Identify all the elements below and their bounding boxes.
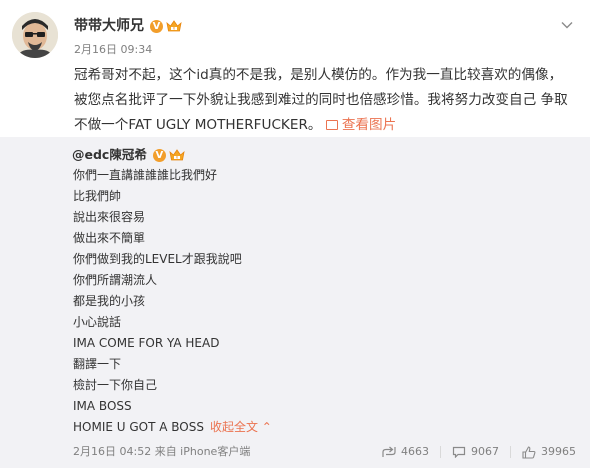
repost-line: IMA BOSS <box>73 399 132 413</box>
thumbs-up-icon <box>522 445 536 459</box>
post-text: 冠希哥对不起，这个id真的不是我，是别人模仿的。作为我一直比较喜欢的偶像，被您点… <box>74 67 568 133</box>
comment-count: 9067 <box>471 445 499 458</box>
like-button[interactable]: 39965 <box>522 444 576 460</box>
chevron-down-icon[interactable] <box>560 18 574 32</box>
post-time[interactable]: 2月16日 09:34 <box>74 43 152 57</box>
repost-line: 你們所謂潮流人 <box>73 273 158 287</box>
view-image-link[interactable]: 查看图片 <box>325 117 397 133</box>
svg-text:6: 6 <box>176 156 178 160</box>
repost-last-line: HOMIE U GOT A BOSS 收起全文 ⌃ <box>73 417 553 438</box>
share-count: 4663 <box>401 445 429 458</box>
repost-author-row: @edc陳冠希 V 6 <box>72 146 185 164</box>
repost-author-name[interactable]: @edc陳冠希 <box>72 146 147 164</box>
weibo-post-card: 带带大师兄 V 6 2月16日 09:34 冠希哥对不起，这个id真的不是我，是… <box>0 0 590 468</box>
author-avatar[interactable] <box>12 12 58 58</box>
repost-footer: 2月16日 04:52 来自 iPhone客户端 4663 9067 39965 <box>0 440 590 464</box>
verified-badge: V <box>150 19 163 33</box>
repost-line: 檢討一下你自己 <box>73 378 158 392</box>
comment-button[interactable]: 9067 <box>452 444 499 460</box>
repost-member-crown-icon: 6 <box>169 149 185 161</box>
repost-text: 你們一直講誰誰誰比我們好 比我們帥 說出來很容易 做出來不簡單 你們做到我的LE… <box>73 165 553 438</box>
author-name[interactable]: 带带大师兄 <box>74 17 144 35</box>
repost-verified-badge: V <box>152 148 166 162</box>
repost-time-source[interactable]: 2月16日 04:52 来自 iPhone客户端 <box>73 445 250 459</box>
comment-icon <box>452 446 466 458</box>
collapse-full-text-link[interactable]: 收起全文 ⌃ <box>210 420 272 434</box>
repost-last-line-text: HOMIE U GOT A BOSS <box>73 420 204 434</box>
reposted-content: @edc陳冠希 V 6 你們一直講誰誰誰比我們好 比我們帥 說出來很容易 做出來… <box>0 137 590 468</box>
image-icon <box>325 120 338 130</box>
repost-line: 翻譯一下 <box>73 357 122 371</box>
svg-text:6: 6 <box>173 27 175 31</box>
repost-line: 比我們帥 <box>73 189 122 203</box>
share-icon <box>382 446 396 457</box>
member-crown-icon: 6 <box>166 20 182 32</box>
repost-actions: 4663 9067 39965 <box>382 444 576 460</box>
repost-line: 說出來很容易 <box>73 210 146 224</box>
post-content: 冠希哥对不起，这个id真的不是我，是别人模仿的。作为我一直比较喜欢的偶像，被您点… <box>74 63 574 138</box>
repost-line: IMA COME FOR YA HEAD <box>73 336 220 350</box>
repost-line: 小心說話 <box>73 315 122 329</box>
repost-line: 都是我的小孩 <box>73 294 146 308</box>
share-button[interactable]: 4663 <box>382 444 429 460</box>
repost-line: 做出來不簡單 <box>73 231 146 245</box>
author-row: 带带大师兄 V 6 <box>74 17 182 35</box>
like-count: 39965 <box>541 445 576 458</box>
action-divider <box>440 446 441 458</box>
repost-line: 你們做到我的LEVEL才跟我說吧 <box>73 252 242 266</box>
repost-line: 你們一直講誰誰誰比我們好 <box>73 168 218 182</box>
action-divider <box>510 446 511 458</box>
view-image-label: 查看图片 <box>341 117 397 133</box>
